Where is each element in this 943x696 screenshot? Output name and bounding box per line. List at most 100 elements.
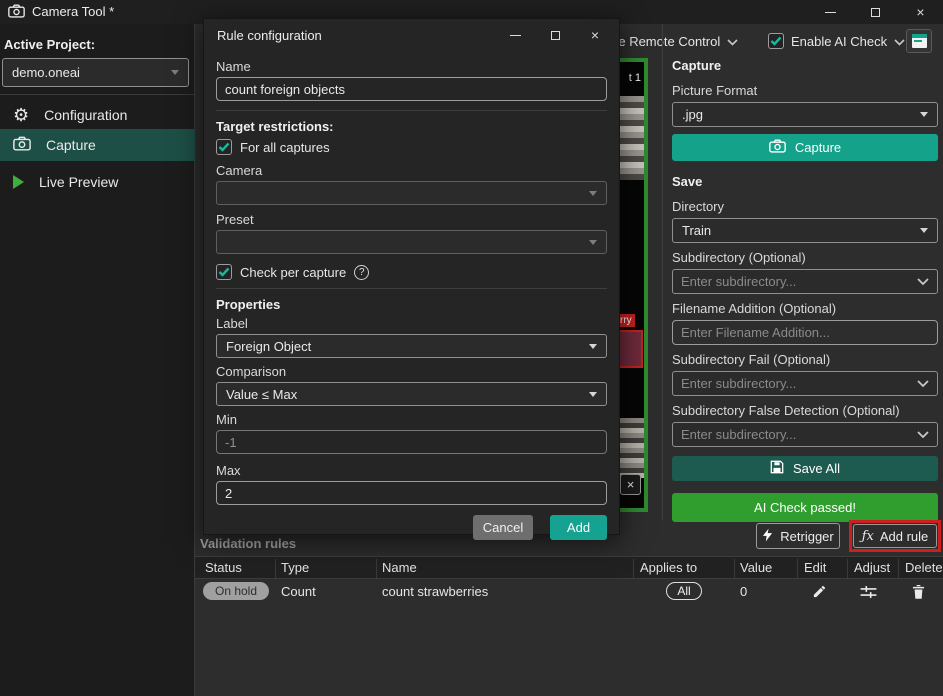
cancel-button[interactable]: Cancel bbox=[473, 515, 533, 540]
sidebar-item-label: Live Preview bbox=[39, 174, 118, 190]
label-select[interactable]: Foreign Object bbox=[216, 334, 607, 358]
active-project-label: Active Project: bbox=[4, 37, 95, 52]
sidebar-item-live-preview[interactable]: Live Preview bbox=[0, 167, 195, 197]
filename-addition-field-wrap bbox=[672, 320, 938, 345]
dialog-minimize-button[interactable] bbox=[495, 23, 535, 47]
col-adjust: Adjust bbox=[854, 560, 890, 575]
col-delete: Delete bbox=[905, 560, 943, 575]
max-label: Max bbox=[216, 463, 607, 478]
directory-select[interactable]: Train bbox=[672, 218, 938, 243]
sidebar-item-configuration[interactable]: ⚙ Configuration bbox=[0, 100, 195, 130]
window-maximize-button[interactable] bbox=[853, 0, 898, 24]
comparison-select[interactable]: Value ≤ Max bbox=[216, 382, 607, 406]
capture-button-label: Capture bbox=[795, 140, 841, 155]
chevron-down-icon bbox=[894, 34, 905, 49]
adjust-button[interactable] bbox=[860, 585, 877, 602]
col-value: Value bbox=[740, 560, 772, 575]
window-title: Camera Tool * bbox=[32, 4, 114, 19]
checkbox-checked-icon[interactable] bbox=[216, 139, 232, 155]
chevron-down-icon bbox=[589, 240, 597, 245]
check-per-capture-label: Check per capture bbox=[240, 265, 346, 280]
dialog-title: Rule configuration bbox=[217, 28, 322, 43]
cancel-label: Cancel bbox=[483, 520, 523, 535]
question-circle-icon[interactable]: ? bbox=[354, 265, 369, 280]
panel-toggle-icon[interactable] bbox=[906, 29, 932, 53]
subdirectory-combo[interactable]: Enter subdirectory... bbox=[672, 269, 938, 294]
chevron-down-icon bbox=[589, 191, 597, 196]
col-type: Type bbox=[281, 560, 309, 575]
retrigger-button[interactable]: Retrigger bbox=[756, 523, 840, 549]
directory-value: Train bbox=[682, 223, 711, 238]
edit-button[interactable] bbox=[812, 584, 827, 602]
subdirectory-false-detection-label: Subdirectory False Detection (Optional) bbox=[672, 403, 938, 418]
sidebar-item-capture[interactable]: Capture bbox=[0, 129, 195, 161]
chevron-down-icon bbox=[727, 34, 738, 49]
window-minimize-button[interactable] bbox=[808, 0, 853, 24]
filename-addition-input[interactable] bbox=[672, 320, 938, 345]
add-rule-highlight: ƒx Add rule bbox=[849, 520, 941, 552]
window-close-button[interactable]: × bbox=[898, 0, 943, 24]
chevron-down-icon bbox=[589, 392, 597, 397]
close-icon: × bbox=[591, 27, 599, 43]
label-select-value: Foreign Object bbox=[226, 339, 311, 354]
add-label: Add bbox=[567, 520, 590, 535]
camera-select[interactable] bbox=[216, 181, 607, 205]
detection-bounding-box bbox=[617, 330, 643, 368]
rule-type: Count bbox=[281, 584, 316, 599]
min-input[interactable] bbox=[216, 430, 607, 454]
retrigger-label: Retrigger bbox=[780, 529, 833, 544]
add-rule-button[interactable]: ƒx Add rule bbox=[853, 524, 937, 548]
subdirectory-fail-label: Subdirectory Fail (Optional) bbox=[672, 352, 938, 367]
close-icon: × bbox=[627, 477, 635, 492]
checkbox-checked-icon[interactable] bbox=[768, 33, 784, 49]
picture-format-select[interactable]: .jpg bbox=[672, 102, 938, 127]
comparison-select-value: Value ≤ Max bbox=[226, 387, 297, 402]
col-status: Status bbox=[205, 560, 242, 575]
rule-name-input[interactable] bbox=[216, 77, 607, 101]
chevron-down-icon bbox=[917, 431, 929, 439]
dialog-maximize-button[interactable] bbox=[535, 23, 575, 47]
add-button[interactable]: Add bbox=[550, 515, 607, 540]
table-row[interactable]: On hold Count count strawberries All 0 bbox=[195, 580, 943, 604]
save-all-button[interactable]: Save All bbox=[672, 456, 938, 481]
capture-button[interactable]: Capture bbox=[672, 134, 938, 161]
subdirectory-fail-combo[interactable]: Enter subdirectory... bbox=[672, 371, 938, 396]
filename-addition-label: Filename Addition (Optional) bbox=[672, 301, 938, 316]
window-controls: × bbox=[808, 0, 943, 24]
panel-icon bbox=[912, 34, 927, 48]
maximize-icon bbox=[551, 31, 560, 40]
name-label: Name bbox=[216, 59, 607, 74]
dialog-close-button[interactable]: × bbox=[575, 23, 615, 47]
play-icon bbox=[13, 175, 24, 189]
project-select[interactable]: demo.oneai bbox=[2, 58, 189, 87]
camera-icon bbox=[8, 4, 25, 21]
preset-select[interactable] bbox=[216, 230, 607, 254]
checkbox-checked-icon[interactable] bbox=[216, 264, 232, 280]
ai-check-status-label: AI Check passed! bbox=[754, 500, 856, 515]
subdirectory-placeholder: Enter subdirectory... bbox=[681, 274, 796, 289]
rule-name: count strawberries bbox=[382, 584, 488, 599]
help-glyph: ? bbox=[359, 267, 365, 278]
applies-to-badge: All bbox=[666, 582, 702, 600]
close-icon: × bbox=[916, 4, 924, 20]
subdirectory-label: Subdirectory (Optional) bbox=[672, 250, 938, 265]
properties-label: Properties bbox=[216, 297, 607, 312]
col-edit: Edit bbox=[804, 560, 826, 575]
chevron-down-icon bbox=[589, 344, 597, 349]
remote-control-toggle[interactable]: able Remote Control bbox=[601, 32, 738, 50]
add-rule-label: Add rule bbox=[880, 529, 928, 544]
rules-table-header: Status Type Name Applies to Value Edit A… bbox=[195, 556, 943, 579]
camera-icon bbox=[13, 136, 31, 154]
enable-ai-check-toggle[interactable]: Enable AI Check bbox=[768, 32, 905, 50]
max-input[interactable] bbox=[216, 481, 607, 505]
delete-button[interactable] bbox=[912, 584, 925, 602]
preview-close-button[interactable]: × bbox=[620, 474, 641, 495]
project-select-value: demo.oneai bbox=[12, 65, 80, 80]
subdirectory-false-detection-placeholder: Enter subdirectory... bbox=[681, 427, 796, 442]
chevron-down-icon bbox=[917, 278, 929, 286]
enable-ai-check-label: Enable AI Check bbox=[791, 34, 887, 49]
for-all-captures-checkbox-row[interactable]: For all captures bbox=[216, 138, 607, 156]
subdirectory-false-detection-combo[interactable]: Enter subdirectory... bbox=[672, 422, 938, 447]
status-badge: On hold bbox=[203, 582, 269, 600]
check-per-capture-checkbox-row[interactable]: Check per capture ? bbox=[216, 263, 607, 281]
